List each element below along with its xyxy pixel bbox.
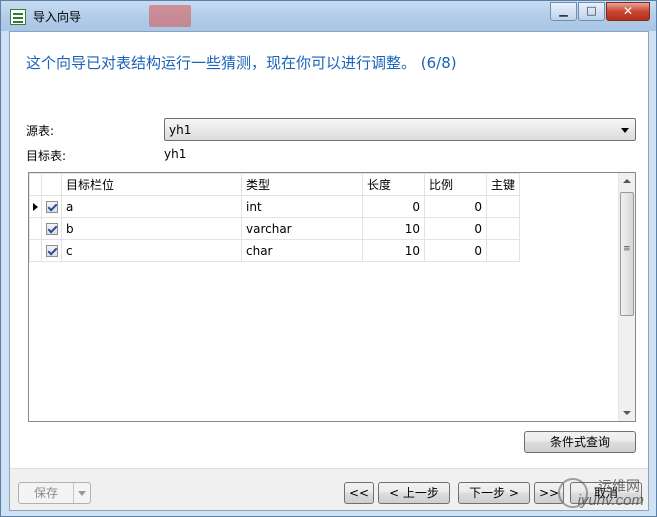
checkbox-checked-icon	[45, 245, 58, 257]
row-indicator	[29, 239, 42, 262]
current-row-arrow-icon	[33, 202, 38, 211]
condition-query-button[interactable]: 条件式查询	[524, 431, 636, 453]
row-checkbox[interactable]	[41, 195, 62, 218]
scrollbar-thumb[interactable]	[620, 192, 634, 316]
source-table-label: 源表:	[26, 124, 55, 138]
import-wizard-window: 导入向导 ▁ □ ✕ 这个向导已对表结构运行一些猜测，现在你可以进行调整。 (6…	[0, 0, 657, 517]
maximize-icon: □	[586, 4, 597, 17]
field-type-cell[interactable]: int	[241, 195, 363, 218]
field-name-cell[interactable]: c	[61, 239, 242, 262]
column-header-type[interactable]: 类型	[241, 173, 363, 196]
watermark-bottom-text: iyunv.com	[577, 492, 644, 509]
table-row[interactable]: b varchar 10 0	[29, 217, 521, 240]
field-scale-cell[interactable]: 0	[424, 195, 487, 218]
field-primary-key-cell[interactable]	[485, 239, 521, 262]
row-checkbox[interactable]	[41, 217, 62, 240]
chevron-down-icon	[621, 128, 629, 133]
source-table-select[interactable]: yh1	[164, 118, 636, 141]
field-length-cell[interactable]: 0	[362, 195, 425, 218]
title-bar[interactable]: 导入向导 ▁ □ ✕	[1, 1, 656, 31]
field-length-cell[interactable]: 10	[362, 217, 425, 240]
row-indicator-header	[29, 173, 42, 196]
minimize-icon: ▁	[559, 4, 568, 17]
close-button[interactable]: ✕	[606, 2, 650, 21]
save-button-label: 保存	[34, 486, 59, 500]
field-mapping-grid[interactable]: 目标栏位 类型 长度 比例 主键 a int 0 0 b varchar 10 …	[28, 172, 636, 422]
field-length-cell[interactable]: 10	[362, 239, 425, 262]
next-step-button[interactable]: 下一步 >	[458, 482, 530, 504]
checkbox-checked-icon	[45, 201, 58, 213]
save-dropdown-arrow-icon[interactable]	[73, 483, 90, 503]
scroll-down-arrow-icon[interactable]	[619, 404, 635, 421]
table-row[interactable]: a int 0 0	[29, 195, 521, 218]
first-step-button[interactable]: <<	[344, 482, 374, 504]
row-indicator	[29, 217, 42, 240]
column-header-primary-key[interactable]: 主键	[485, 173, 521, 196]
minimize-button[interactable]: ▁	[550, 2, 577, 21]
field-primary-key-cell[interactable]	[485, 217, 521, 240]
field-type-cell[interactable]: char	[241, 239, 363, 262]
row-checkbox[interactable]	[41, 239, 62, 262]
column-header-length[interactable]: 长度	[362, 173, 425, 196]
window-title: 导入向导	[33, 10, 82, 24]
grid-header-row: 目标栏位 类型 长度 比例 主键	[29, 173, 521, 196]
row-indicator	[29, 195, 42, 218]
background-window-icon	[149, 5, 191, 27]
scroll-up-arrow-icon[interactable]	[619, 173, 635, 190]
site-watermark: 运维网 iyunv.com	[556, 476, 648, 512]
step-heading: 这个向导已对表结构运行一些猜测，现在你可以进行调整。 (6/8)	[26, 54, 457, 72]
field-primary-key-cell[interactable]	[485, 195, 521, 218]
wizard-app-icon	[10, 9, 26, 25]
close-icon: ✕	[622, 4, 634, 18]
previous-step-button[interactable]: < 上一步	[378, 482, 450, 504]
source-table-value: yh1	[169, 123, 192, 137]
field-scale-cell[interactable]: 0	[424, 217, 487, 240]
target-table-value: yh1	[164, 147, 187, 161]
field-name-cell[interactable]: a	[61, 195, 242, 218]
save-button[interactable]: 保存	[18, 482, 91, 504]
field-scale-cell[interactable]: 0	[424, 239, 487, 262]
target-table-label: 目标表:	[26, 149, 67, 163]
vertical-scrollbar[interactable]	[618, 173, 635, 421]
checkbox-checked-icon	[45, 223, 58, 235]
window-controls: ▁ □ ✕	[549, 2, 650, 21]
field-name-cell[interactable]: b	[61, 217, 242, 240]
table-row[interactable]: c char 10 0	[29, 239, 521, 262]
field-type-cell[interactable]: varchar	[241, 217, 363, 240]
maximize-button[interactable]: □	[578, 2, 605, 21]
column-header-field[interactable]: 目标栏位	[61, 173, 242, 196]
column-header-scale[interactable]: 比例	[424, 173, 487, 196]
wizard-content: 这个向导已对表结构运行一些猜测，现在你可以进行调整。 (6/8) 源表: yh1…	[9, 31, 649, 511]
checkbox-header	[41, 173, 62, 196]
